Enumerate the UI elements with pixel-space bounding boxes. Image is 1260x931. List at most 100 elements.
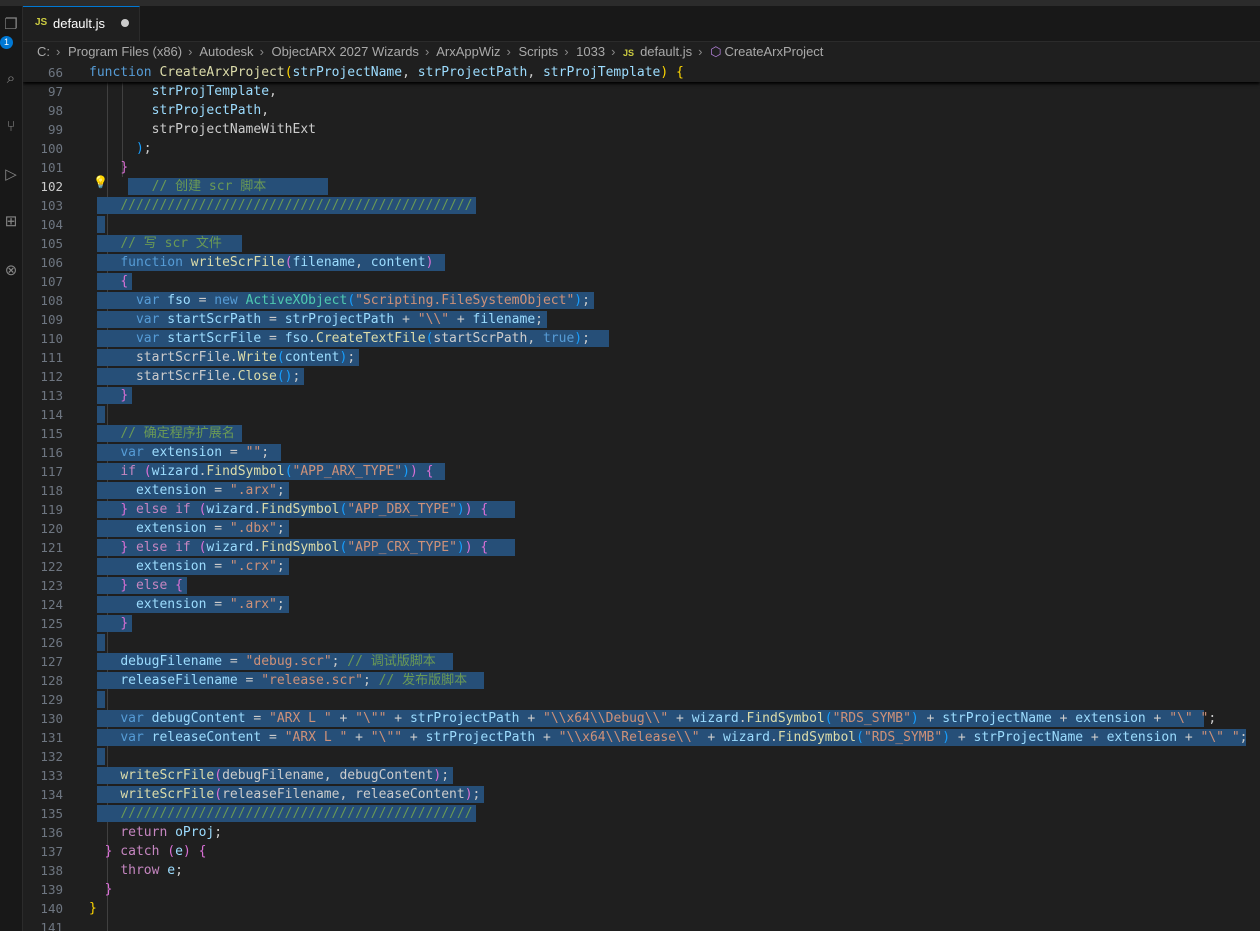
tab-default-js[interactable]: JS default.js xyxy=(23,6,140,41)
extensions-icon[interactable]: ⊞ xyxy=(0,211,22,233)
remote-icon[interactable]: ⊗ xyxy=(0,260,22,282)
code-token: { xyxy=(472,540,489,555)
code-token: + xyxy=(699,730,724,745)
code-token: catch xyxy=(112,844,168,859)
code-line: releaseFilename = "release.scr"; // 发布版脚… xyxy=(89,671,467,690)
code-line: strProjTemplate, xyxy=(89,82,277,101)
line-number: 101 xyxy=(40,160,63,175)
breadcrumb-item[interactable]: default.js xyxy=(640,44,692,59)
code-line: } xyxy=(89,880,113,899)
code-line: var releaseContent = "ARX L " + "\"" + s… xyxy=(89,728,1247,747)
line-number: 139 xyxy=(40,882,63,897)
code-token: "" xyxy=(245,445,262,460)
code-line: } xyxy=(89,386,128,405)
code-line: } else { xyxy=(89,576,183,595)
explorer-icon[interactable]: ❐ xyxy=(0,14,22,36)
unsaved-dot-icon[interactable] xyxy=(121,19,129,27)
chevron-right-icon: › xyxy=(698,44,703,59)
breadcrumb-item[interactable]: 1033 xyxy=(576,44,605,59)
line-number: 102 xyxy=(40,179,63,194)
breadcrumb-item[interactable]: C: xyxy=(37,44,50,59)
code-line: } xyxy=(89,899,97,918)
run-debug-icon[interactable]: ▷ xyxy=(0,164,22,186)
editor-scrollbar[interactable] xyxy=(1246,63,1260,931)
code-line: extension = ".crx"; xyxy=(89,557,285,576)
breadcrumb-item[interactable]: ArxAppWiz xyxy=(436,44,500,59)
code-line: writeScrFile(debugFilename, debugContent… xyxy=(89,766,449,785)
code-token: } xyxy=(120,160,129,175)
code-line: var extension = ""; xyxy=(89,443,269,462)
code-token: ; xyxy=(347,350,356,365)
code-token: ; xyxy=(331,654,348,669)
source-control-icon[interactable]: ⑂ xyxy=(0,116,22,138)
lightbulb-icon[interactable]: 💡 xyxy=(93,173,108,192)
code-token: true xyxy=(542,331,575,346)
code-token: { xyxy=(190,844,207,859)
breadcrumb-item[interactable]: ObjectARX 2027 Wizards xyxy=(272,44,419,59)
code-token: strProjectName xyxy=(942,711,1052,726)
code-token: ) xyxy=(425,255,434,270)
search-icon[interactable]: ⌕ xyxy=(0,68,22,90)
code-line: var fso = new ActiveXObject("Scripting.F… xyxy=(89,291,590,310)
code-token: ////////////////////////////////////////… xyxy=(120,198,473,213)
breadcrumb-item[interactable]: Program Files (x86) xyxy=(68,44,182,59)
code-token: ; xyxy=(582,293,590,308)
breadcrumb-item[interactable]: Scripts xyxy=(518,44,558,59)
code-token: "APP_DBX_TYPE" xyxy=(347,502,457,517)
code-token: if xyxy=(120,464,144,479)
code-token: { xyxy=(120,274,129,289)
code-token: "release.scr" xyxy=(261,673,363,688)
code-token: "APP_ARX_TYPE" xyxy=(292,464,403,479)
code-token: var xyxy=(135,331,168,346)
code-line: function writeScrFile(filename, content) xyxy=(89,253,433,272)
code-token: filename xyxy=(472,312,536,327)
code-token: "APP_CRX_TYPE" xyxy=(347,540,457,555)
code-token: ; xyxy=(175,863,183,878)
code-token: // 确定程序扩展名 xyxy=(120,426,235,441)
sticky-scroll-header[interactable]: 66 function CreateArxProject(strProjectN… xyxy=(23,63,1260,82)
code-token: "\\x64\\Release\\" xyxy=(558,730,700,745)
code-token: { xyxy=(668,65,684,80)
code-token: = xyxy=(261,730,285,745)
code-token: ( xyxy=(143,464,152,479)
code-line: strProjectNameWithExt xyxy=(89,120,316,139)
code-token: content xyxy=(370,255,426,270)
breadcrumb-item[interactable]: Autodesk xyxy=(199,44,253,59)
code-token: strProjTemplate xyxy=(151,84,270,99)
code-token: ; xyxy=(276,597,285,612)
line-number: 132 xyxy=(40,749,63,764)
line-number: 119 xyxy=(40,502,63,517)
code-line: extension = ".arx"; xyxy=(89,481,285,500)
code-token: { xyxy=(175,578,183,593)
code-token: } xyxy=(120,388,129,403)
breadcrumb-item[interactable]: CreateArxProject xyxy=(724,44,823,59)
code-token: // 发布版脚本 xyxy=(378,673,468,688)
code-token: extension xyxy=(1106,730,1178,745)
code-token: Close xyxy=(237,369,277,384)
code-editor[interactable]: 66 function CreateArxProject(strProjectN… xyxy=(23,63,1260,931)
selection-highlight xyxy=(97,748,105,765)
activity-bar: ❐ 1 ⌕ ⑂ ▷ ⊞ ⊗ xyxy=(0,6,23,931)
line-number: 108 xyxy=(40,293,63,308)
line-number: 114 xyxy=(40,407,63,422)
code-line: extension = ".arx"; xyxy=(89,595,285,614)
chevron-right-icon: › xyxy=(506,44,511,59)
line-number: 137 xyxy=(40,844,63,859)
code-token: // 创建 scr 脚本 xyxy=(151,179,267,194)
code-token: + xyxy=(535,730,559,745)
code-line: throw e; xyxy=(89,861,183,880)
